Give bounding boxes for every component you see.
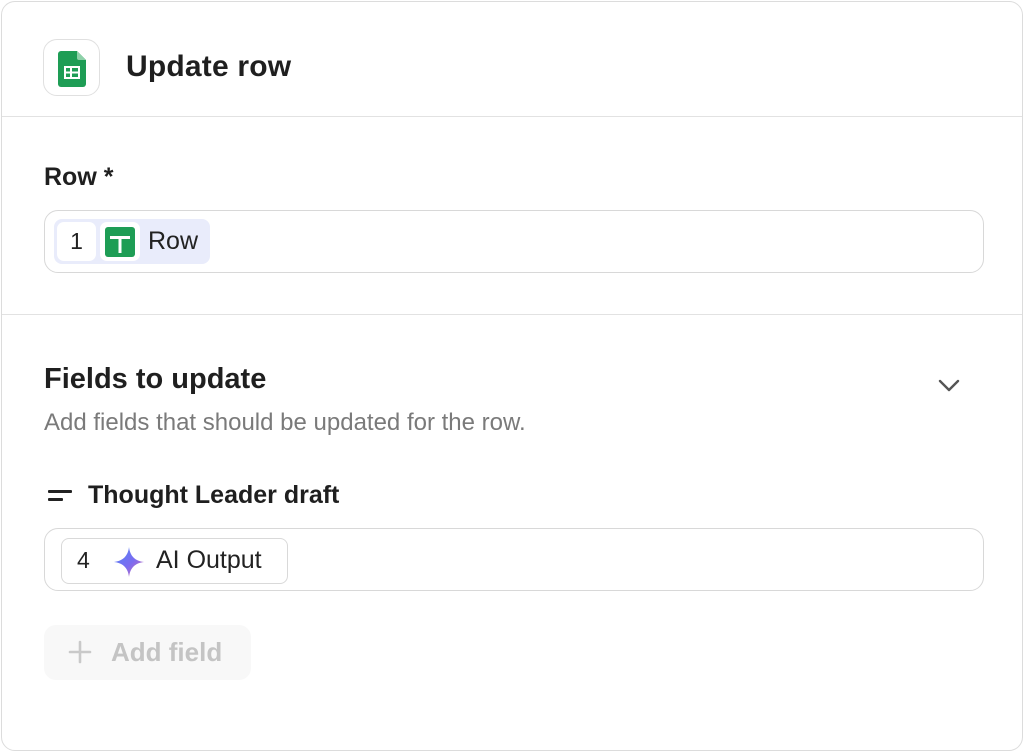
text-field-icon <box>48 490 72 501</box>
chevron-down-icon[interactable] <box>936 372 962 398</box>
thought-leader-draft-input[interactable]: 4 AI Output <box>44 528 984 591</box>
token-icon-container <box>100 222 140 261</box>
update-row-card: Update row Row * 1 Row Fields to update … <box>1 1 1023 751</box>
google-sheets-icon <box>58 51 86 87</box>
google-sheets-icon <box>105 227 135 257</box>
row-input[interactable]: 1 Row <box>44 210 984 273</box>
fields-section-description: Add fields that should be updated for th… <box>44 409 526 436</box>
field-label-thought-leader-draft: Thought Leader draft <box>88 481 340 509</box>
step-number-badge: 4 <box>77 547 90 573</box>
fields-section-title: Fields to update <box>44 363 267 395</box>
page-title: Update row <box>126 50 292 83</box>
plus-icon <box>68 640 92 664</box>
row-field-label: Row * <box>44 163 114 191</box>
add-field-label: Add field <box>111 637 223 667</box>
ai-output-variable-token[interactable]: 4 AI Output <box>61 538 288 584</box>
add-field-button[interactable]: Add field <box>44 625 251 680</box>
row-token-label: Row <box>148 227 199 255</box>
ai-output-token-label: AI Output <box>156 546 262 574</box>
step-number-badge: 1 <box>57 222 96 261</box>
app-icon-container <box>43 39 100 96</box>
row-section: Row * 1 Row <box>2 117 1022 315</box>
ai-sparkle-icon <box>114 547 144 577</box>
row-variable-token[interactable]: 1 Row <box>54 219 210 264</box>
card-header: Update row <box>2 2 1022 117</box>
